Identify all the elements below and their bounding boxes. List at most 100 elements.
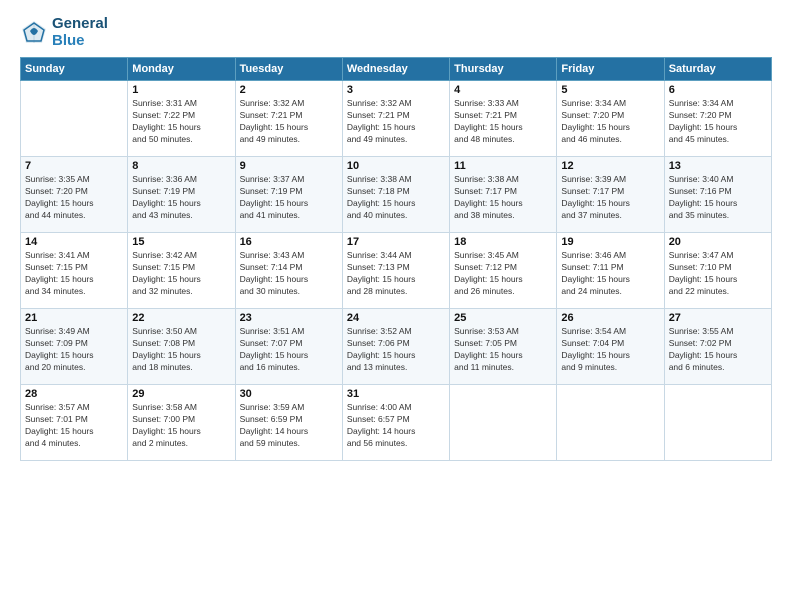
day-number: 3 [347, 84, 445, 96]
day-info: Sunrise: 3:52 AM Sunset: 7:06 PM Dayligh… [347, 326, 445, 374]
calendar-cell: 22 Sunrise: 3:50 AM Sunset: 7:08 PM Dayli… [128, 309, 235, 385]
day-number: 14 [25, 236, 123, 248]
calendar-cell: 29 Sunrise: 3:58 AM Sunset: 7:00 PM Dayli… [128, 385, 235, 461]
page: General Blue SundayMondayTuesdayWednesda… [0, 0, 792, 612]
calendar-cell: 8 Sunrise: 3:36 AM Sunset: 7:19 PM Daylig… [128, 157, 235, 233]
logo: General Blue [20, 16, 108, 49]
day-info: Sunrise: 3:33 AM Sunset: 7:21 PM Dayligh… [454, 98, 552, 146]
day-number: 28 [25, 388, 123, 400]
day-number: 27 [669, 312, 767, 324]
calendar-cell: 3 Sunrise: 3:32 AM Sunset: 7:21 PM Daylig… [342, 81, 449, 157]
day-number: 21 [25, 312, 123, 324]
calendar-cell: 11Sunrise: 3:38 AM Sunset: 7:17 PM Dayli… [450, 157, 557, 233]
day-number: 23 [240, 312, 338, 324]
calendar-cell [557, 385, 664, 461]
day-info: Sunrise: 3:50 AM Sunset: 7:08 PM Dayligh… [132, 326, 230, 374]
day-info: Sunrise: 4:00 AM Sunset: 6:57 PM Dayligh… [347, 402, 445, 450]
day-number: 4 [454, 84, 552, 96]
weekday-header-tuesday: Tuesday [235, 58, 342, 81]
calendar-cell: 30Sunrise: 3:59 AM Sunset: 6:59 PM Dayli… [235, 385, 342, 461]
calendar-cell: 1Sunrise: 3:31 AM Sunset: 7:22 PM Daylig… [128, 81, 235, 157]
day-number: 31 [347, 388, 445, 400]
day-info: Sunrise: 3:51 AM Sunset: 7:07 PM Dayligh… [240, 326, 338, 374]
day-info: Sunrise: 3:32 AM Sunset: 7:21 PM Dayligh… [347, 98, 445, 146]
day-number: 15 [132, 236, 230, 248]
day-info: Sunrise: 3:32 AM Sunset: 7:21 PM Dayligh… [240, 98, 338, 146]
calendar-cell: 26 Sunrise: 3:54 AM Sunset: 7:04 PM Dayli… [557, 309, 664, 385]
day-number: 26 [561, 312, 659, 324]
logo-blue: Blue [52, 33, 108, 50]
calendar-cell: 16Sunrise: 3:43 AM Sunset: 7:14 PM Dayli… [235, 233, 342, 309]
calendar-cell: 13 Sunrise: 3:40 AM Sunset: 7:16 PM Dayli… [664, 157, 771, 233]
calendar-cell: 4 Sunrise: 3:33 AM Sunset: 7:21 PM Daylig… [450, 81, 557, 157]
calendar-cell: 31 Sunrise: 4:00 AM Sunset: 6:57 PM Dayli… [342, 385, 449, 461]
day-info: Sunrise: 3:47 AM Sunset: 7:10 PM Dayligh… [669, 250, 767, 298]
calendar-cell: 25Sunrise: 3:53 AM Sunset: 7:05 PM Dayli… [450, 309, 557, 385]
calendar-cell: 5Sunrise: 3:34 AM Sunset: 7:20 PM Daylig… [557, 81, 664, 157]
weekday-header-saturday: Saturday [664, 58, 771, 81]
calendar-week-row: 28Sunrise: 3:57 AM Sunset: 7:01 PM Dayli… [21, 385, 772, 461]
day-number: 13 [669, 160, 767, 172]
logo-general: General [52, 16, 108, 33]
calendar-week-row: 7 Sunrise: 3:35 AM Sunset: 7:20 PM Daylig… [21, 157, 772, 233]
day-info: Sunrise: 3:44 AM Sunset: 7:13 PM Dayligh… [347, 250, 445, 298]
calendar-cell: 19 Sunrise: 3:46 AM Sunset: 7:11 PM Dayli… [557, 233, 664, 309]
calendar-table: SundayMondayTuesdayWednesdayThursdayFrid… [20, 57, 772, 461]
calendar-cell: 24 Sunrise: 3:52 AM Sunset: 7:06 PM Dayli… [342, 309, 449, 385]
day-info: Sunrise: 3:53 AM Sunset: 7:05 PM Dayligh… [454, 326, 552, 374]
calendar-cell: 23 Sunrise: 3:51 AM Sunset: 7:07 PM Dayli… [235, 309, 342, 385]
day-info: Sunrise: 3:36 AM Sunset: 7:19 PM Dayligh… [132, 174, 230, 222]
day-number: 8 [132, 160, 230, 172]
day-info: Sunrise: 3:34 AM Sunset: 7:20 PM Dayligh… [561, 98, 659, 146]
day-number: 19 [561, 236, 659, 248]
day-number: 6 [669, 84, 767, 96]
day-info: Sunrise: 3:38 AM Sunset: 7:18 PM Dayligh… [347, 174, 445, 222]
day-info: Sunrise: 3:43 AM Sunset: 7:14 PM Dayligh… [240, 250, 338, 298]
calendar-week-row: 1Sunrise: 3:31 AM Sunset: 7:22 PM Daylig… [21, 81, 772, 157]
calendar-cell: 14 Sunrise: 3:41 AM Sunset: 7:15 PM Dayli… [21, 233, 128, 309]
calendar-week-row: 21 Sunrise: 3:49 AM Sunset: 7:09 PM Dayli… [21, 309, 772, 385]
day-number: 22 [132, 312, 230, 324]
calendar-cell: 28Sunrise: 3:57 AM Sunset: 7:01 PM Dayli… [21, 385, 128, 461]
day-info: Sunrise: 3:49 AM Sunset: 7:09 PM Dayligh… [25, 326, 123, 374]
day-number: 30 [240, 388, 338, 400]
weekday-header-wednesday: Wednesday [342, 58, 449, 81]
day-number: 20 [669, 236, 767, 248]
calendar-cell: 7 Sunrise: 3:35 AM Sunset: 7:20 PM Daylig… [21, 157, 128, 233]
calendar-cell: 20 Sunrise: 3:47 AM Sunset: 7:10 PM Dayli… [664, 233, 771, 309]
calendar-cell: 2 Sunrise: 3:32 AM Sunset: 7:21 PM Daylig… [235, 81, 342, 157]
calendar-cell: 9Sunrise: 3:37 AM Sunset: 7:19 PM Daylig… [235, 157, 342, 233]
calendar-cell: 12 Sunrise: 3:39 AM Sunset: 7:17 PM Dayli… [557, 157, 664, 233]
calendar-cell [450, 385, 557, 461]
day-info: Sunrise: 3:54 AM Sunset: 7:04 PM Dayligh… [561, 326, 659, 374]
day-info: Sunrise: 3:34 AM Sunset: 7:20 PM Dayligh… [669, 98, 767, 146]
day-info: Sunrise: 3:46 AM Sunset: 7:11 PM Dayligh… [561, 250, 659, 298]
calendar-cell: 18Sunrise: 3:45 AM Sunset: 7:12 PM Dayli… [450, 233, 557, 309]
day-number: 7 [25, 160, 123, 172]
calendar-cell [664, 385, 771, 461]
day-info: Sunrise: 3:37 AM Sunset: 7:19 PM Dayligh… [240, 174, 338, 222]
logo-icon [20, 19, 48, 47]
day-info: Sunrise: 3:40 AM Sunset: 7:16 PM Dayligh… [669, 174, 767, 222]
day-info: Sunrise: 3:42 AM Sunset: 7:15 PM Dayligh… [132, 250, 230, 298]
day-info: Sunrise: 3:58 AM Sunset: 7:00 PM Dayligh… [132, 402, 230, 450]
header: General Blue [20, 16, 772, 49]
calendar-cell: 17 Sunrise: 3:44 AM Sunset: 7:13 PM Dayli… [342, 233, 449, 309]
day-info: Sunrise: 3:41 AM Sunset: 7:15 PM Dayligh… [25, 250, 123, 298]
day-number: 24 [347, 312, 445, 324]
day-number: 17 [347, 236, 445, 248]
day-info: Sunrise: 3:55 AM Sunset: 7:02 PM Dayligh… [669, 326, 767, 374]
weekday-header-monday: Monday [128, 58, 235, 81]
day-info: Sunrise: 3:39 AM Sunset: 7:17 PM Dayligh… [561, 174, 659, 222]
day-number: 29 [132, 388, 230, 400]
weekday-header-sunday: Sunday [21, 58, 128, 81]
calendar-week-row: 14 Sunrise: 3:41 AM Sunset: 7:15 PM Dayli… [21, 233, 772, 309]
day-number: 2 [240, 84, 338, 96]
weekday-header-friday: Friday [557, 58, 664, 81]
calendar-cell: 10Sunrise: 3:38 AM Sunset: 7:18 PM Dayli… [342, 157, 449, 233]
day-info: Sunrise: 3:45 AM Sunset: 7:12 PM Dayligh… [454, 250, 552, 298]
day-number: 1 [132, 84, 230, 96]
day-info: Sunrise: 3:35 AM Sunset: 7:20 PM Dayligh… [25, 174, 123, 222]
day-number: 12 [561, 160, 659, 172]
day-info: Sunrise: 3:38 AM Sunset: 7:17 PM Dayligh… [454, 174, 552, 222]
